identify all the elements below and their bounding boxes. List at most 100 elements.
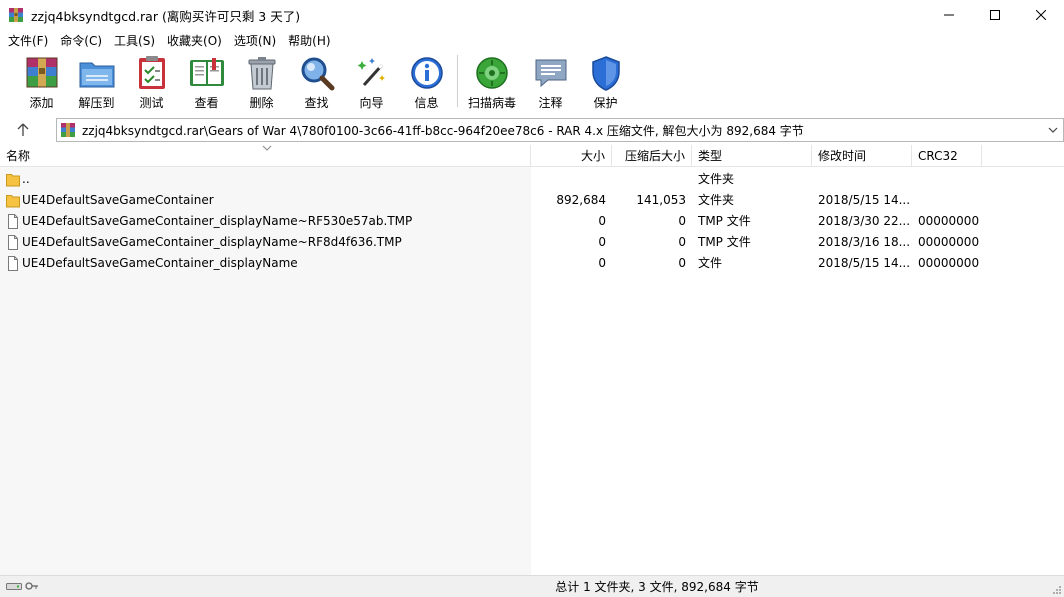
column-header-type[interactable]: 类型 [692,145,812,167]
toolbar-separator [457,55,458,107]
address-path: zzjq4bksyndtgcd.rar\Gears of War 4\780f0… [82,123,804,138]
table-row[interactable]: UE4DefaultSaveGameContainer 892,684 141,… [0,190,1064,211]
sort-chevron-icon [262,145,272,151]
test-clipboard-icon [133,54,171,91]
folder-icon [6,195,20,208]
column-header-size[interactable]: 大小 [531,145,612,167]
table-row[interactable]: UE4DefaultSaveGameContainer_displayName~… [0,211,1064,232]
menu-tools[interactable]: 工具(S) [108,32,161,49]
row-type: TMP 文件 [698,214,751,228]
delete-button[interactable]: 删除 [234,51,289,111]
delete-label: 删除 [249,96,274,110]
extract-folder-icon [78,54,116,91]
window-title: zzjq4bksyndtgcd.rar (离购买许可只剩 3 天了) [31,8,301,24]
magnifier-icon [298,54,336,91]
table-row[interactable]: .. 文件夹 [0,169,1064,190]
info-icon [408,54,446,91]
row-name: UE4DefaultSaveGameContainer_displayName [22,256,298,270]
address-bar[interactable]: zzjq4bksyndtgcd.rar\Gears of War 4\780f0… [56,118,1064,142]
row-size: 892,684 [556,193,606,207]
virus-scan-label: 扫描病毒 [467,96,516,110]
menu-options[interactable]: 选项(N) [228,32,282,49]
test-button[interactable]: 测试 [124,51,179,111]
file-rows: .. 文件夹 UE4DefaultSaveGameContainer 892,6… [0,169,1064,274]
close-icon [1036,10,1046,20]
info-button[interactable]: 信息 [399,51,454,111]
menu-bar: 文件(F) 命令(C) 工具(S) 收藏夹(O) 选项(N) 帮助(H) [0,30,1064,50]
protect-button[interactable]: 保护 [578,51,633,111]
row-packed: 0 [678,256,686,270]
row-packed: 0 [678,214,686,228]
row-type: 文件夹 [698,172,735,186]
table-row[interactable]: UE4DefaultSaveGameContainer_displayName … [0,253,1064,274]
arrow-up-icon [17,123,29,136]
extract-to-label: 解压到 [78,96,115,110]
up-folder-button[interactable] [0,117,46,143]
row-type: 文件 [698,256,723,270]
row-packed [612,169,686,190]
folder-icon [6,174,20,187]
menu-commands[interactable]: 命令(C) [54,32,108,49]
file-icon [8,235,18,250]
find-button[interactable]: 查找 [289,51,344,111]
row-modified: 2018/5/15 14... [818,256,911,270]
toolbar: 添加 解压到 测试 查看 删除 查找 向导 信息 扫描病毒 注释 保护 [0,51,1064,114]
row-type: TMP 文件 [698,235,751,249]
table-row[interactable]: UE4DefaultSaveGameContainer_displayName~… [0,232,1064,253]
extract-to-button[interactable]: 解压到 [69,51,124,111]
row-name: .. [22,172,30,186]
archive-icon [60,122,76,138]
add-button[interactable]: 添加 [14,51,69,111]
row-packed: 0 [678,235,686,249]
row-size: 0 [598,235,606,249]
column-header-name[interactable]: 名称 [0,145,531,167]
virus-scan-icon [473,54,511,91]
view-label: 查看 [194,96,219,110]
row-name: UE4DefaultSaveGameContainer_displayName~… [22,214,413,228]
row-packed: 141,053 [636,193,686,207]
protect-label: 保护 [593,96,618,110]
add-label: 添加 [29,96,54,110]
wizard-button[interactable]: 向导 [344,51,399,111]
file-list: 名称 大小 压缩后大小 类型 修改时间 CRC32 .. 文件夹 UE4Defa… [0,145,1064,575]
menu-help[interactable]: 帮助(H) [282,32,336,49]
row-crc: 00000000 [918,214,980,228]
row-size: 0 [598,214,606,228]
row-size: 0 [598,256,606,270]
list-header: 名称 大小 压缩后大小 类型 修改时间 CRC32 [0,145,1064,167]
column-header-name-label: 名称 [6,149,31,163]
comment-button[interactable]: 注释 [523,51,578,111]
menu-file[interactable]: 文件(F) [2,32,54,49]
address-row: zzjq4bksyndtgcd.rar\Gears of War 4\780f0… [0,117,1064,143]
row-name: UE4DefaultSaveGameContainer [22,193,214,207]
row-modified: 2018/3/16 18... [818,235,911,249]
resize-grip-icon[interactable] [1050,583,1062,595]
chevron-down-icon[interactable] [1047,123,1059,137]
row-name: UE4DefaultSaveGameContainer_displayName~… [22,235,402,249]
menu-favorites[interactable]: 收藏夹(O) [161,32,228,49]
column-header-modified[interactable]: 修改时间 [812,145,912,167]
maximize-button[interactable] [972,0,1018,30]
info-label: 信息 [414,96,439,110]
winrar-app-icon[interactable] [8,7,24,23]
virus-scan-button[interactable]: 扫描病毒 [461,51,523,111]
view-button[interactable]: 查看 [179,51,234,111]
minimize-icon [944,14,954,16]
minimize-button[interactable] [926,0,972,30]
comment-icon [532,54,570,91]
wizard-wand-icon [353,54,391,91]
row-crc: 00000000 [918,235,980,249]
view-book-icon [188,54,226,91]
row-crc: 00000000 [918,256,980,270]
column-header-crc[interactable]: CRC32 [912,145,982,167]
close-button[interactable] [1018,0,1064,30]
column-header-packed[interactable]: 压缩后大小 [612,145,692,167]
comment-label: 注释 [538,96,563,110]
wizard-label: 向导 [359,96,384,110]
test-label: 测试 [139,96,164,110]
shield-icon [587,54,625,91]
title-bar: zzjq4bksyndtgcd.rar (离购买许可只剩 3 天了) [0,0,1064,30]
file-icon [8,214,18,229]
status-bar: 总计 1 文件夹, 3 文件, 892,684 字节 [0,575,1064,597]
add-archive-icon [23,54,61,91]
